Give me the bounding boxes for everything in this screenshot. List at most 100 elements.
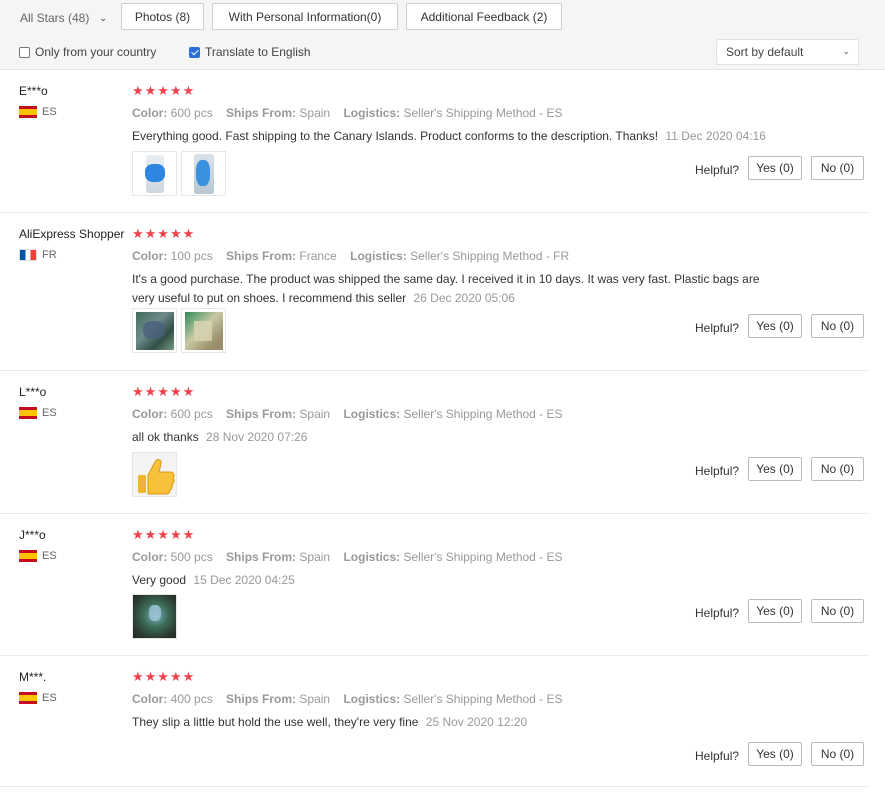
logistics-value: Seller's Shipping Method - FR [410, 249, 570, 263]
country-code: ES [42, 692, 57, 704]
logistics-label: Logistics: [343, 692, 401, 706]
sort-dropdown[interactable]: Sort by default ⌄ [716, 39, 859, 65]
ships-from-label: Ships From: [226, 692, 297, 706]
country-code: ES [42, 106, 57, 118]
color-label: Color: [132, 692, 168, 706]
review-date: 28 Nov 2020 07:26 [206, 430, 308, 444]
helpful-label: Helpful? [695, 321, 740, 335]
review-text: They slip a little but hold the use well… [132, 715, 419, 729]
reviewer-country: ES [19, 407, 57, 419]
helpful-no-button[interactable]: No (0) [811, 457, 864, 481]
logistics-label: Logistics: [343, 106, 401, 120]
logistics-value: Seller's Shipping Method - ES [403, 407, 563, 421]
ships-from-label: Ships From: [226, 407, 297, 421]
helpful-yes-button[interactable]: Yes (0) [748, 156, 802, 180]
star-rating: ★★★★★ [132, 527, 196, 542]
review-date: 26 Dec 2020 05:06 [413, 291, 515, 305]
helpful-no-button[interactable]: No (0) [811, 156, 864, 180]
helpful-label: Helpful? [695, 606, 740, 620]
only-country-label: Only from your country [35, 45, 157, 59]
color-label: Color: [132, 407, 168, 421]
reviewer-country: FR [19, 249, 57, 261]
review-photo-thumbnail[interactable] [132, 594, 177, 639]
star-rating: ★★★★★ [132, 384, 196, 399]
country-code: ES [42, 407, 57, 419]
ships-from-value: Spain [299, 106, 331, 120]
review-item: J***o ES ★★★★★ Color: 500 pcs Ships From… [0, 514, 870, 656]
ships-from-value: Spain [299, 550, 331, 564]
logistics-value: Seller's Shipping Method - ES [403, 550, 563, 564]
additional-feedback-filter-button[interactable]: Additional Feedback (2) [406, 3, 562, 30]
all-stars-dropdown[interactable]: All Stars (48) ⌄ [20, 11, 107, 25]
helpful-yes-button[interactable]: Yes (0) [748, 457, 802, 481]
review-content: It's a good purchase. The product was sh… [132, 270, 772, 308]
color-value: 600 pcs [170, 407, 213, 421]
review-photo-thumbnail[interactable] [132, 308, 177, 353]
reviewer-name: M***. [19, 670, 47, 684]
translate-option[interactable]: Translate to English [189, 45, 311, 59]
star-rating: ★★★★★ [132, 83, 196, 98]
logistics-label: Logistics: [343, 407, 401, 421]
ships-from-label: Ships From: [226, 249, 297, 263]
ships-from-value: France [299, 249, 337, 263]
order-meta: Color: 500 pcs Ships From: Spain Logisti… [132, 550, 563, 564]
review-text: Very good [132, 573, 187, 587]
review-photo-thumbnail[interactable] [132, 452, 177, 497]
color-value: 600 pcs [170, 106, 213, 120]
reviewer-name: L***o [19, 385, 47, 399]
logistics-label: Logistics: [350, 249, 407, 263]
thumbs-up-icon [138, 459, 175, 495]
review-date: 25 Nov 2020 12:20 [425, 715, 528, 729]
translate-checkbox[interactable] [189, 46, 200, 58]
reviewer-country: ES [19, 692, 57, 704]
review-date: 11 Dec 2020 04:16 [665, 129, 766, 143]
color-label: Color: [132, 106, 168, 120]
review-photo-thumbnail[interactable] [181, 308, 226, 353]
review-text: all ok thanks [132, 430, 199, 444]
helpful-no-button[interactable]: No (0) [811, 742, 864, 766]
helpful-yes-button[interactable]: Yes (0) [748, 742, 802, 766]
helpful-yes-button[interactable]: Yes (0) [748, 314, 802, 338]
all-stars-label: All Stars (48) [20, 11, 90, 25]
review-text: Everything good. Fast shipping to the Ca… [132, 129, 659, 143]
photos-filter-button[interactable]: Photos (8) [121, 3, 204, 30]
reviewer-country: ES [19, 106, 57, 118]
review-item: M***. ES ★★★★★ Color: 400 pcs Ships From… [0, 656, 870, 787]
only-country-option[interactable]: Only from your country [19, 45, 156, 59]
only-country-checkbox[interactable] [19, 46, 30, 58]
helpful-no-button[interactable]: No (0) [811, 314, 864, 338]
review-date: 15 Dec 2020 04:25 [193, 573, 295, 587]
review-item: E***o ES ★★★★★ Color: 600 pcs Ships From… [0, 70, 870, 213]
personal-info-filter-button[interactable]: With Personal Information(0) [212, 3, 398, 30]
country-code: ES [42, 550, 57, 562]
order-meta: Color: 600 pcs Ships From: Spain Logisti… [132, 407, 563, 421]
translate-label: Translate to English [205, 45, 311, 59]
review-photo-thumbnail[interactable] [132, 151, 177, 196]
reviewer-name: J***o [19, 528, 46, 542]
ships-from-value: Spain [299, 692, 331, 706]
color-label: Color: [132, 249, 168, 263]
ships-from-value: Spain [299, 407, 331, 421]
order-meta: Color: 400 pcs Ships From: Spain Logisti… [132, 692, 563, 706]
chevron-down-icon: ⌄ [842, 46, 850, 56]
review-item: AliExpress Shopper FR ★★★★★ Color: 100 p… [0, 213, 870, 371]
logistics-value: Seller's Shipping Method - ES [403, 692, 563, 706]
star-rating: ★★★★★ [132, 226, 196, 241]
review-photo-thumbnail[interactable] [181, 151, 226, 196]
france-flag-icon [19, 249, 37, 261]
review-photos [132, 308, 226, 353]
review-content: Everything good. Fast shipping to the Ca… [132, 127, 792, 146]
reviewer-country: ES [19, 550, 57, 562]
review-content: Very good 15 Dec 2020 04:25 [132, 571, 792, 590]
review-content: They slip a little but hold the use well… [132, 713, 792, 732]
helpful-yes-button[interactable]: Yes (0) [748, 599, 802, 623]
color-value: 500 pcs [170, 550, 213, 564]
logistics-label: Logistics: [343, 550, 401, 564]
review-photos [132, 151, 226, 196]
spain-flag-icon [19, 106, 37, 118]
filter-bar: All Stars (48) ⌄ Photos (8) With Persona… [0, 0, 885, 70]
helpful-label: Helpful? [695, 163, 740, 177]
helpful-no-button[interactable]: No (0) [811, 599, 864, 623]
review-content: all ok thanks 28 Nov 2020 07:26 [132, 428, 792, 447]
order-meta: Color: 600 pcs Ships From: Spain Logisti… [132, 106, 563, 120]
